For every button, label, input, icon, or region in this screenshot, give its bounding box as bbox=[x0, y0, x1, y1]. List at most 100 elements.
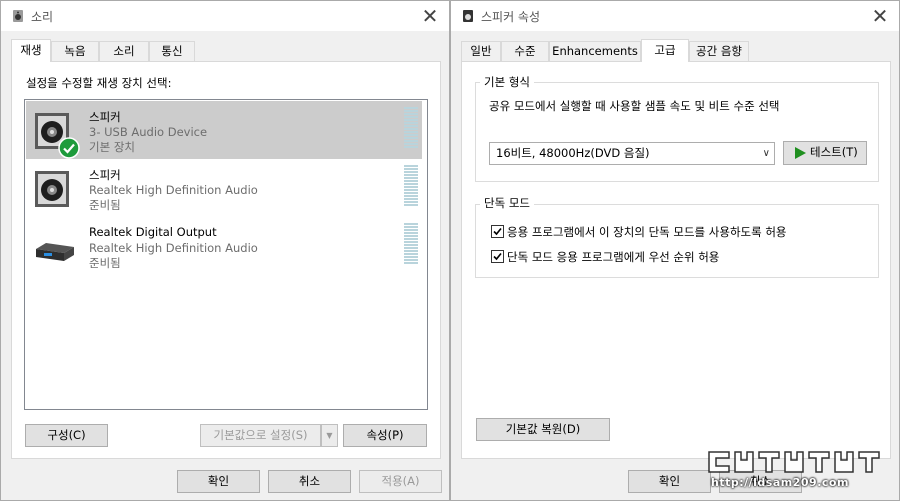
watermark-url: http://ldsam209.com bbox=[711, 476, 849, 489]
meter-segment bbox=[404, 122, 418, 124]
meter-segment bbox=[404, 238, 418, 240]
meter-segment bbox=[404, 229, 418, 231]
tab-playback[interactable]: 재생 bbox=[11, 39, 51, 62]
sample-rate-value: 16비트, 48000Hz(DVD 음질) bbox=[496, 146, 650, 160]
set-default-button[interactable]: 기본값으로 설정(S) bbox=[200, 424, 321, 447]
close-button[interactable]: ✕ bbox=[415, 3, 445, 29]
format-description: 공유 모드에서 실행할 때 사용할 샘플 속도 및 비트 수준 선택 bbox=[489, 99, 780, 113]
meter-segment bbox=[404, 250, 418, 252]
meter-segment bbox=[404, 256, 418, 258]
close-button[interactable]: ✕ bbox=[865, 3, 895, 29]
chevron-down-icon: ∨ bbox=[762, 148, 770, 159]
meter-segment bbox=[404, 180, 418, 182]
ok-button[interactable]: 확인 bbox=[628, 470, 711, 493]
meter-segment bbox=[404, 183, 418, 185]
device-list[interactable]: 스피커 3- USB Audio Device 기본 장치 스피커 Realte… bbox=[24, 99, 428, 410]
test-label: 테스트(T) bbox=[810, 145, 858, 159]
device-driver: Realtek High Definition Audio bbox=[89, 183, 258, 197]
tab-sounds[interactable]: 소리 bbox=[99, 41, 149, 61]
meter-segment bbox=[404, 204, 418, 206]
meter-segment bbox=[404, 128, 418, 130]
meter-segment bbox=[404, 247, 418, 249]
device-name: Realtek Digital Output bbox=[89, 225, 217, 239]
window-title: 소리 bbox=[31, 10, 54, 24]
title-bar: 스피커 속성 ✕ bbox=[451, 1, 899, 31]
device-status: 기본 장치 bbox=[89, 140, 135, 154]
tab-levels[interactable]: 수준 bbox=[501, 41, 549, 61]
title-bar: 소리 ✕ bbox=[1, 1, 449, 31]
meter-segment bbox=[404, 119, 418, 121]
sample-rate-select[interactable]: 16비트, 48000Hz(DVD 음질) ∨ bbox=[489, 142, 775, 165]
meter-segment bbox=[404, 189, 418, 191]
instruction-text: 설정을 수정할 재생 장치 선택: bbox=[26, 76, 172, 90]
tab-general[interactable]: 일반 bbox=[461, 41, 501, 61]
default-check-icon bbox=[58, 137, 80, 159]
speaker-properties-window: 스피커 속성 ✕ 일반 수준 Enhancements 고급 공간 음향 기본 … bbox=[450, 0, 900, 501]
meter-segment bbox=[404, 198, 418, 200]
tab-enhancements[interactable]: Enhancements bbox=[549, 41, 641, 61]
speaker-small-icon bbox=[13, 10, 23, 22]
meter-segment bbox=[404, 140, 418, 142]
group-label: 단독 모드 bbox=[480, 195, 534, 211]
meter-segment bbox=[404, 116, 418, 118]
device-status: 준비됨 bbox=[89, 198, 121, 212]
meter-segment bbox=[404, 110, 418, 112]
meter-segment bbox=[404, 171, 418, 173]
list-item[interactable]: Realtek Digital Output Realtek High Defi… bbox=[26, 217, 422, 275]
meter-segment bbox=[404, 137, 418, 139]
device-status: 준비됨 bbox=[89, 256, 121, 270]
tab-communications[interactable]: 통신 bbox=[149, 41, 195, 61]
list-item[interactable]: 스피커 Realtek High Definition Audio 준비됨 bbox=[26, 159, 422, 217]
meter-segment bbox=[404, 259, 418, 261]
group-label: 기본 형식 bbox=[480, 74, 534, 90]
meter-segment bbox=[404, 235, 418, 237]
meter-segment bbox=[404, 223, 418, 225]
meter-segment bbox=[404, 192, 418, 194]
test-button[interactable]: 테스트(T) bbox=[783, 141, 867, 165]
cancel-button[interactable]: 취소 bbox=[268, 470, 351, 493]
volume-meter bbox=[404, 165, 418, 206]
tab-recording[interactable]: 녹음 bbox=[51, 41, 99, 61]
exclusive-priority-label[interactable]: 단독 모드 응용 프로그램에게 우선 순위 허용 bbox=[507, 249, 719, 265]
set-default-dropdown-button[interactable]: ▼ bbox=[321, 424, 338, 447]
window-title: 스피커 속성 bbox=[481, 10, 541, 24]
meter-segment bbox=[404, 134, 418, 136]
properties-button[interactable]: 속성(P) bbox=[343, 424, 427, 447]
meter-segment bbox=[404, 226, 418, 228]
exclusive-priority-checkbox[interactable] bbox=[491, 250, 504, 263]
tab-spatial-sound[interactable]: 공간 음향 bbox=[689, 41, 749, 61]
volume-meter bbox=[404, 107, 418, 148]
chevron-down-icon: ▼ bbox=[326, 431, 333, 440]
meter-segment bbox=[404, 177, 418, 179]
exclusive-mode-group bbox=[475, 204, 879, 278]
meter-segment bbox=[404, 131, 418, 133]
meter-segment bbox=[404, 107, 418, 109]
speaker-icon bbox=[35, 171, 69, 207]
meter-segment bbox=[404, 241, 418, 243]
speaker-small-icon bbox=[463, 10, 473, 22]
device-driver: 3- USB Audio Device bbox=[89, 125, 208, 139]
play-icon bbox=[795, 147, 806, 159]
restore-defaults-button[interactable]: 기본값 복원(D) bbox=[476, 418, 610, 441]
check-icon bbox=[493, 252, 502, 261]
meter-segment bbox=[404, 201, 418, 203]
volume-meter bbox=[404, 223, 418, 264]
list-item[interactable]: 스피커 3- USB Audio Device 기본 장치 bbox=[26, 101, 422, 159]
meter-segment bbox=[404, 125, 418, 127]
check-icon bbox=[493, 227, 502, 236]
apply-button[interactable]: 적용(A) bbox=[359, 470, 442, 493]
meter-segment bbox=[404, 232, 418, 234]
configure-button[interactable]: 구성(C) bbox=[25, 424, 108, 447]
sound-window: 소리 ✕ 재생 녹음 소리 통신 설정을 수정할 재생 장치 선택: 스피커 3… bbox=[0, 0, 450, 501]
tab-advanced[interactable]: 고급 bbox=[641, 39, 689, 62]
meter-segment bbox=[404, 113, 418, 115]
digital-output-icon bbox=[36, 243, 74, 261]
allow-exclusive-label[interactable]: 응용 프로그램에서 이 장치의 단독 모드를 사용하도록 허용 bbox=[507, 224, 787, 240]
meter-segment bbox=[404, 146, 418, 148]
allow-exclusive-checkbox[interactable] bbox=[491, 225, 504, 238]
device-name: 스피커 bbox=[89, 168, 121, 182]
meter-segment bbox=[404, 244, 418, 246]
meter-segment bbox=[404, 168, 418, 170]
ok-button[interactable]: 확인 bbox=[177, 470, 260, 493]
meter-segment bbox=[404, 174, 418, 176]
